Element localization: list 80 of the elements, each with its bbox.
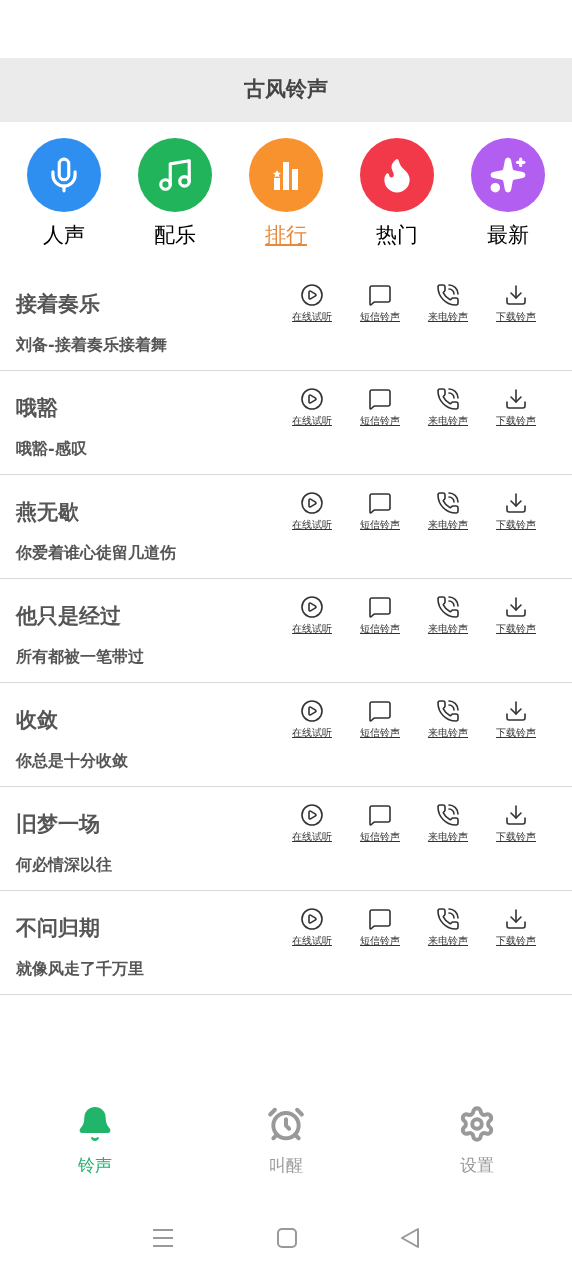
action-button[interactable]: 下载铃声	[488, 595, 544, 636]
page-title: 古风铃声	[244, 76, 328, 104]
song-subtitle: 所有都被一笔带过	[16, 645, 145, 668]
play-icon	[300, 907, 324, 931]
message-icon	[368, 595, 392, 619]
download-icon	[504, 387, 528, 411]
song-title: 收敛	[16, 707, 59, 734]
action-button[interactable]: 短信铃声	[352, 699, 408, 740]
song-title: 旧梦一场	[16, 811, 101, 838]
song-subtitle: 哦豁-感叹	[16, 437, 88, 460]
home-icon[interactable]	[277, 1227, 297, 1248]
action-button[interactable]: 在线试听	[284, 699, 340, 740]
play-icon	[300, 491, 324, 515]
song-title: 哦豁	[16, 395, 59, 422]
download-icon	[504, 491, 528, 515]
phone-icon	[436, 803, 460, 827]
message-icon	[368, 907, 392, 931]
message-icon	[368, 491, 392, 515]
category-label[interactable]: 配乐	[153, 220, 196, 252]
action-button[interactable]: 短信铃声	[352, 595, 408, 636]
action-button[interactable]: 短信铃声	[352, 491, 408, 532]
menu-icon[interactable]	[151, 1227, 174, 1248]
message-icon	[368, 387, 392, 411]
action-button[interactable]: 在线试听	[284, 387, 340, 428]
song-title: 接着奏乐	[16, 291, 101, 318]
phone-icon	[436, 491, 460, 515]
action-button[interactable]: 在线试听	[284, 491, 340, 532]
action-button[interactable]: 短信铃声	[352, 283, 408, 324]
play-icon	[300, 595, 324, 619]
category-label[interactable]: 最新	[487, 220, 530, 252]
action-button[interactable]: 下载铃声	[488, 491, 544, 532]
action-button[interactable]: 短信铃声	[352, 387, 408, 428]
play-icon	[300, 283, 324, 307]
category-label[interactable]: 热门	[376, 220, 419, 252]
action-button[interactable]: 来电铃声	[420, 907, 476, 948]
download-icon	[504, 595, 528, 619]
song-subtitle: 你总是十分收敛	[16, 749, 129, 772]
action-button[interactable]: 下载铃声	[488, 283, 544, 324]
action-button[interactable]: 来电铃声	[420, 283, 476, 324]
action-button[interactable]: 在线试听	[284, 803, 340, 844]
action-button[interactable]: 在线试听	[284, 907, 340, 948]
action-button[interactable]: 来电铃声	[420, 803, 476, 844]
message-icon	[368, 699, 392, 723]
phone-icon	[436, 699, 460, 723]
action-button[interactable]: 在线试听	[284, 595, 340, 636]
sparkles-icon	[489, 156, 528, 194]
song-subtitle: 何必情深以往	[16, 853, 113, 876]
action-button[interactable]: 下载铃声	[488, 699, 544, 740]
action-button[interactable]: 下载铃声	[488, 907, 544, 948]
action-button[interactable]: 来电铃声	[420, 595, 476, 636]
play-icon	[300, 699, 324, 723]
action-button[interactable]: 来电铃声	[420, 699, 476, 740]
song-subtitle: 刘备-接着奏乐接着舞	[16, 333, 168, 356]
song-title: 燕无歇	[16, 499, 80, 526]
download-icon	[504, 907, 528, 931]
back-icon[interactable]	[400, 1227, 421, 1248]
song-subtitle: 你爱着谁心徒留几道伤	[16, 541, 177, 564]
message-icon	[368, 283, 392, 307]
phone-icon	[436, 907, 460, 931]
action-button[interactable]: 短信铃声	[352, 907, 408, 948]
alarm-clock-icon	[267, 1105, 305, 1143]
play-icon	[300, 803, 324, 827]
song-subtitle: 就像风走了千万里	[16, 957, 145, 980]
action-button[interactable]: 来电铃声	[420, 491, 476, 532]
download-icon	[504, 699, 528, 723]
play-icon	[300, 387, 324, 411]
action-button[interactable]: 来电铃声	[420, 387, 476, 428]
action-button[interactable]: 在线试听	[284, 283, 340, 324]
download-icon	[504, 283, 528, 307]
action-button[interactable]: 下载铃声	[488, 803, 544, 844]
song-title: 他只是经过	[16, 603, 122, 630]
action-button[interactable]: 下载铃声	[488, 387, 544, 428]
message-icon	[368, 803, 392, 827]
phone-icon	[436, 595, 460, 619]
category-label[interactable]: 人声	[42, 220, 85, 252]
download-icon	[504, 803, 528, 827]
song-title: 不问归期	[16, 915, 101, 942]
phone-icon	[436, 387, 460, 411]
phone-icon	[436, 283, 460, 307]
action-button[interactable]: 短信铃声	[352, 803, 408, 844]
